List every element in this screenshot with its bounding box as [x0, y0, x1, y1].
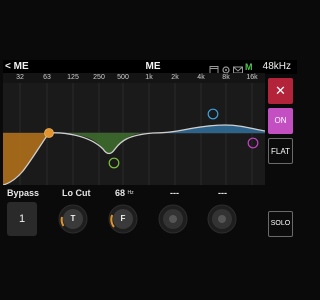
- freq-value: 68 Hz: [115, 187, 134, 199]
- eq-node-air[interactable]: [247, 137, 259, 149]
- eq-node-low[interactable]: [44, 128, 54, 138]
- back-button[interactable]: < ME: [5, 60, 29, 74]
- sample-rate: 48kHz: [262, 61, 291, 72]
- on-button[interactable]: ON: [268, 108, 293, 134]
- freq-tick-label: 4k: [197, 74, 205, 81]
- freq-number: 68: [115, 188, 126, 198]
- eq-screen: < ME ME M 48kHz 32 63 125 250 500 1k 2k …: [0, 0, 300, 300]
- dash-label: ---: [218, 188, 227, 198]
- flat-button[interactable]: FLAT: [268, 138, 293, 164]
- bypass-label: Bypass: [7, 188, 40, 198]
- eq-curve-svg: [3, 83, 265, 185]
- freq-tick-label: 2k: [171, 74, 179, 81]
- low-cut-fill: [3, 133, 49, 185]
- freq-tick-label: 1k: [145, 74, 153, 81]
- eq-node-mid[interactable]: [108, 157, 120, 169]
- freq-tick-label: 125: [67, 74, 79, 81]
- inactive-knob[interactable]: [207, 204, 237, 234]
- knob-label: [207, 204, 237, 234]
- freq-tick-label: 250: [93, 74, 105, 81]
- monitor-m-icon: M: [245, 62, 253, 72]
- knob-label: T: [70, 214, 76, 223]
- knob-label: F: [120, 214, 126, 223]
- locut-label: Lo Cut: [62, 188, 91, 198]
- mail-icon: [233, 62, 243, 74]
- dash-label: ---: [170, 188, 179, 198]
- page-title: ME: [145, 61, 161, 72]
- freq-tick-label: 32: [16, 74, 24, 81]
- header-bar: < ME ME M 48kHz: [3, 60, 297, 74]
- window-icon: [209, 62, 219, 74]
- freq-tick-label: 63: [43, 74, 51, 81]
- inactive-knob[interactable]: [158, 204, 188, 234]
- lo-cut-knob[interactable]: T: [58, 204, 88, 234]
- band-mid-fill: [63, 133, 143, 154]
- freq-tick-label: 8k: [222, 74, 230, 81]
- freq-tick-label: 500: [117, 74, 129, 81]
- eq-graph[interactable]: [3, 83, 265, 185]
- close-button[interactable]: ✕: [268, 78, 293, 104]
- control-labels: Bypass Lo Cut 68 Hz --- ---: [3, 186, 265, 200]
- gear-icon: [221, 62, 231, 74]
- bypass-value-box[interactable]: 1: [7, 202, 37, 236]
- freq-unit: Hz: [127, 190, 134, 196]
- eq-node-high[interactable]: [207, 108, 219, 120]
- frequency-knob[interactable]: F: [108, 204, 138, 234]
- solo-button[interactable]: SOLO: [268, 211, 293, 237]
- knob-label: [158, 204, 188, 234]
- frequency-axis: 32 63 125 250 500 1k 2k 4k 8k 16k: [3, 73, 265, 83]
- freq-tick-label: 16k: [246, 74, 258, 81]
